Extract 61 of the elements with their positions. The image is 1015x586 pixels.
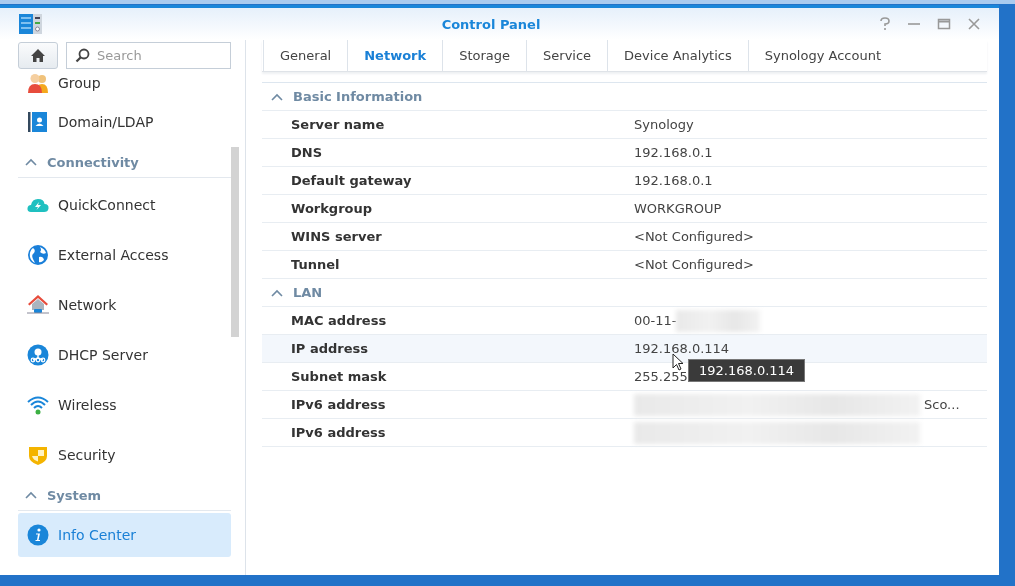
field-label: MAC address: [290, 313, 388, 328]
field-label: Server name: [290, 117, 386, 132]
house-icon: [27, 294, 49, 316]
sidebar-item[interactable]: Domain/LDAP: [18, 97, 231, 147]
people-icon: [27, 72, 49, 94]
field-label: DNS: [290, 145, 324, 160]
contact-book-icon: [27, 111, 49, 133]
tab[interactable]: Storage: [442, 40, 527, 71]
caret-icon: [271, 92, 283, 101]
close-icon[interactable]: [967, 17, 981, 31]
tooltip: 192.168.0.114: [688, 359, 806, 382]
tab[interactable]: General: [263, 40, 348, 71]
help-icon[interactable]: [879, 17, 891, 31]
globe-icon: [27, 244, 49, 266]
group-header[interactable]: LAN: [262, 279, 987, 307]
sidebar-item[interactable]: Network: [18, 280, 231, 330]
field-label: IPv6 address: [290, 397, 387, 412]
tab[interactable]: Device Analytics: [607, 40, 748, 71]
field-label: Workgroup: [290, 201, 374, 216]
section-header[interactable]: System: [18, 480, 231, 511]
caret-icon: [25, 491, 37, 499]
sidebar-item[interactable]: External Access: [18, 230, 231, 280]
sidebar-item[interactable]: QuickConnect: [18, 180, 231, 230]
field-label: IP address: [290, 341, 369, 356]
scrollbar[interactable]: [231, 147, 239, 337]
sidebar-item[interactable]: Security: [18, 430, 231, 480]
field-value: Synology: [634, 117, 694, 132]
field-label: WINS server: [290, 229, 383, 244]
field-value: WORKGROUP: [634, 201, 722, 216]
field-value: 192.168.0.114: [634, 341, 730, 356]
field-label: Default gateway: [290, 173, 413, 188]
home-icon: [30, 48, 46, 63]
group-header[interactable]: Basic Information: [262, 83, 987, 111]
field-value: <Not Configured>: [634, 257, 754, 272]
search-field[interactable]: Search: [66, 42, 231, 69]
network-nodes-icon: [27, 344, 49, 366]
tab[interactable]: Synology Account: [747, 40, 897, 71]
app-icon: [19, 13, 43, 35]
tab[interactable]: Service: [526, 40, 608, 71]
field-value: 192.168.0.1: [634, 173, 713, 188]
field-value: <Not Configured>: [634, 229, 754, 244]
info-icon: [27, 524, 49, 546]
caret-icon: [271, 288, 283, 297]
field-label: IPv6 address: [290, 425, 387, 440]
caret-icon: [25, 158, 37, 166]
field-value: 00-11-: [634, 313, 677, 328]
home-button[interactable]: [18, 42, 58, 69]
field-value: 255.255: [634, 369, 688, 384]
sidebar-item[interactable]: Group: [18, 69, 231, 97]
shield-icon: [27, 444, 49, 466]
field-label: Tunnel: [290, 257, 341, 272]
window-title: Control Panel: [440, 16, 542, 32]
tab[interactable]: Network: [347, 40, 443, 71]
sidebar-item[interactable]: Wireless: [18, 380, 231, 430]
wifi-icon: [27, 394, 49, 416]
maximize-icon[interactable]: [937, 17, 951, 31]
field-value: Sco...: [924, 397, 960, 412]
sidebar-item[interactable]: DHCP Server: [18, 330, 231, 380]
search-icon: [75, 48, 90, 63]
field-value: 192.168.0.1: [634, 145, 713, 160]
field-label: Subnet mask: [290, 369, 388, 384]
